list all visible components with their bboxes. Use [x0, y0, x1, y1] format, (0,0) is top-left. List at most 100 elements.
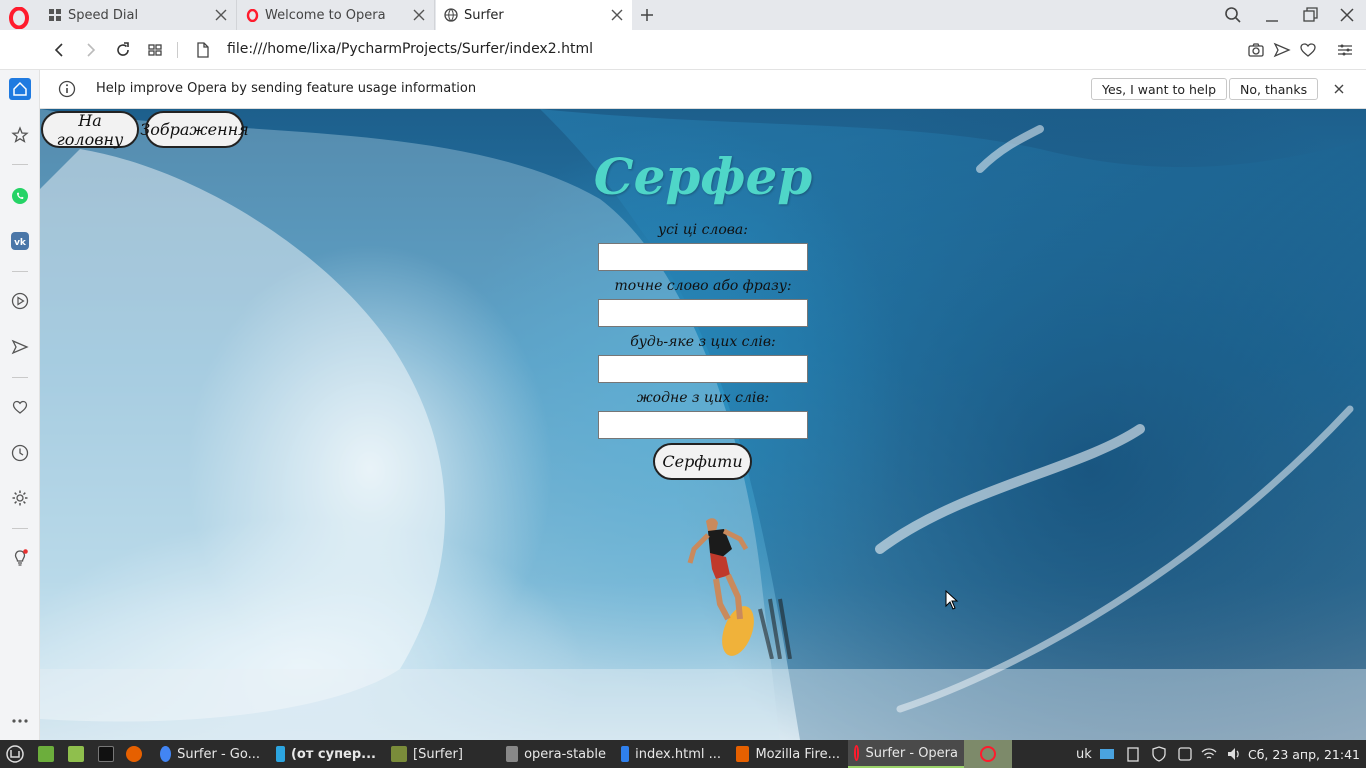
home-nav-button[interactable]: На головну: [41, 111, 139, 149]
taskbar-item-firefox[interactable]: Mozilla Fire...: [730, 740, 846, 768]
package-icon: [506, 746, 519, 762]
heart-icon[interactable]: [9, 396, 31, 418]
taskbar-item-label: opera-stable: [524, 746, 606, 762]
opera-menu-icon[interactable]: [8, 7, 30, 29]
taskbar-item-opera[interactable]: Surfer - Opera: [848, 740, 964, 768]
svg-text:vk: vk: [14, 238, 27, 248]
home-icon[interactable]: [9, 78, 31, 100]
player-icon[interactable]: [9, 290, 31, 312]
page-content: На головну Зображення Серфер усі ці слов…: [40, 109, 1366, 740]
all-words-input[interactable]: [598, 243, 808, 271]
send-icon[interactable]: [1272, 40, 1292, 60]
info-bar: Help improve Opera by sending feature us…: [40, 70, 1366, 109]
minimize-icon[interactable]: [1262, 5, 1282, 25]
taskbar-item-vscode[interactable]: index.html ...: [615, 740, 727, 768]
flow-send-icon[interactable]: [9, 336, 31, 358]
taskbar-item-label: Surfer - Opera: [865, 745, 958, 761]
whatsapp-icon[interactable]: [9, 185, 31, 207]
history-icon[interactable]: [9, 442, 31, 464]
sidebar-divider: [12, 271, 28, 272]
settings-gear-icon[interactable]: [9, 487, 31, 509]
any-words-label: будь-яке з цих слів:: [630, 334, 776, 350]
files-icon[interactable]: [62, 740, 92, 768]
info-message: Help improve Opera by sending feature us…: [96, 81, 477, 96]
images-nav-button[interactable]: Зображення: [140, 111, 249, 148]
volume-icon[interactable]: [1226, 746, 1242, 762]
file-icon: [197, 42, 209, 58]
taskbar-item-label: (от супер...: [290, 746, 376, 762]
clipboard-icon[interactable]: [1125, 746, 1141, 762]
url-field[interactable]: file:///home/lixa/PycharmProjects/Surfer…: [227, 41, 593, 57]
vk-icon[interactable]: vk: [9, 230, 31, 252]
lightbulb-icon[interactable]: [9, 547, 31, 569]
surf-submit-button[interactable]: Серфити: [653, 443, 752, 480]
firefox-icon: [736, 746, 750, 762]
tab-strip: Speed Dial Welcome to Opera Surfer: [0, 0, 1366, 30]
firefox-launcher-icon[interactable]: [120, 740, 150, 768]
terminal-icon[interactable]: [92, 740, 120, 768]
taskbar-item-label: Surfer - Go...: [177, 746, 260, 762]
opera-icon: [245, 8, 259, 22]
chrome-icon: [160, 746, 172, 762]
shield-icon[interactable]: [1151, 746, 1167, 762]
taskbar-item-telegram[interactable]: (от супер...: [270, 740, 382, 768]
easy-setup-icon[interactable]: [1335, 40, 1355, 60]
decline-help-button[interactable]: No, thanks: [1229, 78, 1319, 100]
exact-phrase-input[interactable]: [598, 299, 808, 327]
close-tab-icon[interactable]: [214, 8, 228, 22]
keyboard-layout[interactable]: uk: [1070, 740, 1096, 768]
tab-speed-dial[interactable]: Speed Dial: [40, 0, 237, 30]
heart-icon[interactable]: [1298, 40, 1318, 60]
taskbar: Surfer - Go... (от супер... [Surfer] ope…: [0, 740, 1366, 768]
tab-welcome-opera[interactable]: Welcome to Opera: [237, 0, 435, 30]
restore-icon[interactable]: [1300, 5, 1320, 25]
info-icon: [58, 80, 76, 98]
tab-label: Surfer: [464, 7, 504, 23]
accept-help-button[interactable]: Yes, I want to help: [1091, 78, 1228, 100]
close-tab-icon[interactable]: [412, 8, 426, 22]
forward-icon[interactable]: [81, 40, 101, 60]
show-desktop-icon[interactable]: [32, 740, 62, 768]
opera-icon: [854, 745, 860, 761]
sidebar: vk: [0, 70, 40, 740]
tab-grid-icon[interactable]: [145, 40, 165, 60]
sidebar-divider: [12, 528, 28, 529]
exact-phrase-label: точне слово або фразу:: [614, 278, 792, 294]
grid-icon: [48, 8, 62, 22]
taskbar-item-label: index.html ...: [635, 746, 721, 762]
sidebar-divider: [12, 377, 28, 378]
network-manager-icon[interactable]: [1099, 746, 1115, 762]
reload-icon[interactable]: [113, 40, 133, 60]
star-icon[interactable]: [9, 124, 31, 146]
snapshot-icon[interactable]: [1246, 40, 1266, 60]
none-words-label: жодне з цих слів:: [636, 390, 770, 406]
vscode-icon: [621, 746, 630, 762]
workspace-preview[interactable]: [964, 740, 1012, 768]
taskbar-item-opera-stable[interactable]: opera-stable: [500, 740, 612, 768]
taskbar-item-chrome[interactable]: Surfer - Go...: [154, 740, 266, 768]
taskbar-item-folder[interactable]: [Surfer]: [385, 740, 497, 768]
toolbar-separator: [177, 42, 178, 58]
telegram-icon: [276, 746, 285, 762]
tab-label: Speed Dial: [68, 7, 139, 23]
close-window-icon[interactable]: [1337, 5, 1357, 25]
address-bar: file:///home/lixa/PycharmProjects/Surfer…: [0, 30, 1366, 70]
more-options-icon[interactable]: [9, 710, 31, 732]
start-menu-icon[interactable]: [0, 740, 32, 768]
wifi-icon[interactable]: [1201, 746, 1217, 762]
tab-surfer[interactable]: Surfer: [436, 0, 632, 30]
opera-icon: [980, 746, 996, 762]
close-tab-icon[interactable]: [610, 8, 624, 22]
back-icon[interactable]: [49, 40, 69, 60]
new-tab-icon[interactable]: [638, 6, 656, 24]
mouse-cursor-icon: [945, 590, 959, 610]
removable-drive-icon[interactable]: [1177, 746, 1193, 762]
tab-label: Welcome to Opera: [265, 7, 386, 23]
close-infobar-icon[interactable]: [1332, 82, 1346, 96]
search-tabs-icon[interactable]: [1223, 5, 1243, 25]
all-words-label: усі ці слова:: [658, 222, 748, 238]
none-words-input[interactable]: [598, 411, 808, 439]
page-title: Серфер: [593, 147, 813, 206]
any-words-input[interactable]: [598, 355, 808, 383]
clock[interactable]: Сб, 23 апр, 21:41: [1248, 747, 1360, 762]
